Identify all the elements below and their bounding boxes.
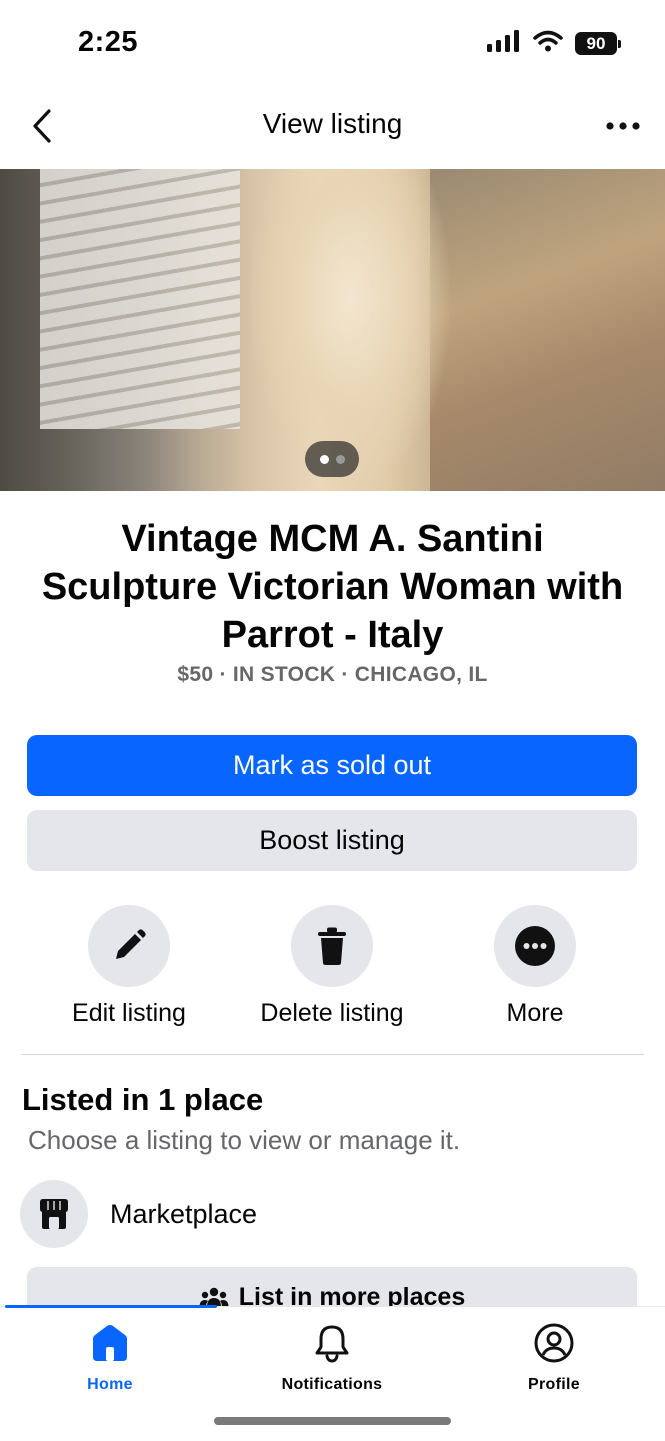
home-icon (93, 1325, 127, 1361)
place-label: Marketplace (110, 1198, 258, 1229)
divider (21, 1054, 644, 1055)
trash-icon (318, 927, 346, 965)
tab-home-label: Home (87, 1376, 133, 1393)
status-icons: 90 (487, 30, 621, 57)
listing-meta: $50 · IN STOCK · CHICAGO, IL (177, 663, 488, 686)
home-indicator (214, 1417, 451, 1425)
places-subtitle: Choose a listing to view or manage it. (28, 1125, 461, 1155)
mark-sold-out-button[interactable]: Mark as sold out (27, 735, 637, 796)
ellipsis-icon (606, 122, 640, 130)
more-label: More (506, 999, 564, 1027)
storefront-icon (40, 1199, 68, 1229)
delete-listing-button[interactable]: Delete listing (232, 905, 432, 1028)
wifi-icon (533, 30, 563, 57)
pager-dot (335, 454, 345, 464)
boost-listing-button[interactable]: Boost listing (27, 810, 637, 871)
more-options-button[interactable] (599, 104, 647, 148)
more-button[interactable]: More (435, 905, 635, 1028)
tab-indicator (5, 1305, 217, 1308)
tab-notifications[interactable]: Notifications (232, 1323, 432, 1394)
battery-level: 90 (575, 32, 617, 55)
tab-profile[interactable]: Profile (454, 1323, 654, 1394)
edit-listing-label: Edit listing (72, 999, 186, 1027)
battery-icon: 90 (575, 32, 621, 55)
edit-listing-button[interactable]: Edit listing (29, 905, 229, 1028)
top-nav: View listing (0, 90, 665, 168)
tab-profile-label: Profile (528, 1376, 580, 1393)
listing-title: Vintage MCM A. Santini Sculpture Victori… (41, 518, 624, 656)
pager-dot-active (319, 454, 329, 464)
more-icon (515, 926, 555, 966)
bell-icon (315, 1325, 349, 1363)
profile-icon (534, 1323, 574, 1363)
place-item-marketplace[interactable]: Marketplace (20, 1179, 640, 1249)
delete-listing-label: Delete listing (260, 999, 404, 1027)
status-time: 2:25 (78, 26, 139, 58)
listing-actions: Edit listing Delete listing More (0, 905, 665, 1035)
tab-notifications-label: Notifications (281, 1376, 383, 1393)
status-bar: 2:25 90 (0, 0, 665, 90)
places-title: Listed in 1 place (22, 1082, 264, 1117)
signal-icon (487, 30, 521, 57)
bottom-tab-bar: Home Notifications Profile (0, 1305, 665, 1441)
photo-pager[interactable] (305, 441, 359, 477)
pencil-icon (116, 929, 146, 959)
tab-home[interactable]: Home (10, 1323, 210, 1394)
page-title: View listing (262, 108, 403, 139)
